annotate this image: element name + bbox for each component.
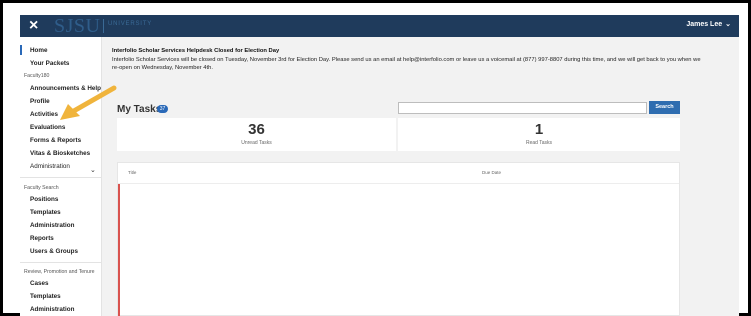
notice-title: Interfolio Scholar Services Helpdesk Clo…	[112, 48, 280, 54]
annotation-arrow-icon	[60, 85, 117, 120]
sidebar-item-cases[interactable]: Cases	[30, 280, 49, 287]
sidebar-item-templates[interactable]: Templates	[30, 209, 61, 216]
main-content: Interfolio Scholar Services Helpdesk Clo…	[102, 37, 739, 316]
read-count: 1	[534, 121, 544, 138]
sidebar-divider	[20, 262, 102, 263]
brand-subtitle: UNIVERSITY	[108, 21, 153, 27]
page-title: My Tasks	[117, 104, 162, 115]
chevron-down-icon[interactable]: ⌄	[90, 166, 96, 174]
sidebar-item-forms-reports[interactable]: Forms & Reports	[30, 137, 81, 144]
sidebar-item-users-groups[interactable]: Users & Groups	[30, 248, 78, 255]
sidebar: Home Your Packets Faculty180 Announcemen…	[20, 37, 102, 316]
tasks-table: Title Due Date	[117, 162, 680, 316]
sidebar-item-home[interactable]: Home	[30, 47, 48, 54]
sidebar-item-activities[interactable]: Activities	[30, 111, 58, 118]
sidebar-item-evaluations[interactable]: Evaluations	[30, 124, 65, 131]
unread-count: 36	[248, 121, 265, 138]
sidebar-item-reports[interactable]: Reports	[30, 235, 54, 242]
sidebar-item-positions[interactable]: Positions	[30, 196, 58, 203]
sidebar-item-administration[interactable]: Administration	[30, 163, 70, 170]
read-tasks-card[interactable]: 1 Read Tasks	[398, 118, 680, 151]
unread-label: Unread Tasks	[241, 140, 272, 146]
table-row-accent	[118, 184, 120, 316]
search-button[interactable]: Search	[649, 101, 680, 114]
sidebar-section-faculty-search: Faculty Search	[24, 185, 59, 191]
search-input[interactable]	[398, 102, 647, 114]
sidebar-item-vitas[interactable]: Vitas & Biosketches	[30, 150, 90, 157]
sidebar-section-rpt: Review, Promotion and Tenure	[24, 269, 95, 275]
brand-divider	[103, 19, 104, 33]
user-menu[interactable]: James Lee ⌄	[686, 20, 731, 29]
user-name: James Lee	[686, 20, 723, 28]
table-header-divider	[118, 183, 679, 184]
chevron-down-icon: ⌄	[725, 21, 731, 28]
column-header-title[interactable]: Title	[128, 170, 136, 175]
top-navbar: × SJSU UNIVERSITY James Lee ⌄	[20, 15, 739, 37]
sidebar-item-profile[interactable]: Profile	[30, 98, 50, 105]
close-icon[interactable]: ×	[29, 16, 38, 36]
column-header-due-date[interactable]: Due Date	[482, 170, 501, 175]
notice-body: Interfolio Scholar Services will be clos…	[112, 57, 701, 71]
sidebar-item-rpt-templates[interactable]: Templates	[30, 293, 61, 300]
active-indicator	[20, 45, 22, 55]
read-label: Read Tasks	[525, 140, 553, 146]
sidebar-section-faculty180: Faculty180	[24, 73, 50, 79]
sidebar-item-search-administration[interactable]: Administration	[30, 222, 74, 229]
sidebar-item-your-packets[interactable]: Your Packets	[30, 60, 69, 67]
unread-tasks-card[interactable]: 36 Unread Tasks	[117, 118, 396, 151]
brand-logo[interactable]: SJSU	[54, 15, 100, 37]
sidebar-divider	[20, 177, 102, 178]
tasks-count-badge: 37	[157, 105, 168, 113]
sidebar-item-rpt-administration[interactable]: Administration	[30, 306, 74, 313]
